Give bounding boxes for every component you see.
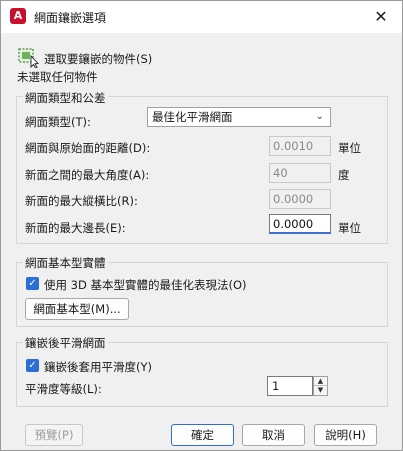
apply-smoothness-label[interactable]: 鑲嵌後套用平滑度(Y) [44, 359, 152, 375]
help-button[interactable]: 說明(H) [314, 424, 377, 446]
chevron-down-icon: ⌄ [315, 111, 324, 122]
optimized-primitive-checkbox[interactable]: ✓ [26, 277, 39, 290]
aspect-ratio-field[interactable]: 0.0000 [269, 189, 331, 209]
edge-length-unit: 單位 [338, 221, 361, 235]
spin-down-icon[interactable]: ▼ [314, 386, 327, 395]
distance-unit: 單位 [338, 141, 361, 155]
cancel-button[interactable]: 取消 [242, 424, 305, 446]
autocad-app-icon: A [10, 8, 26, 24]
mesh-type-label: 網面類型(T): [25, 115, 91, 129]
dialog-title: 網面鑲嵌選項 [34, 11, 107, 25]
aspect-ratio-label: 新面的最大縱橫比(R): [25, 194, 138, 208]
select-objects-icon[interactable] [18, 48, 40, 68]
mesh-type-dropdown[interactable]: 最佳化平滑網面 ⌄ [147, 107, 331, 127]
mesh-primitive-legend: 網面基本型實體 [23, 255, 108, 271]
smoothness-level-label: 平滑度等級(L): [25, 382, 102, 396]
angle-field[interactable]: 40 [269, 163, 331, 183]
edge-length-field[interactable]: 0.0000 [269, 214, 331, 234]
distance-field[interactable]: 0.0010 [269, 136, 331, 156]
ok-button[interactable]: 確定 [171, 424, 234, 446]
spin-up-icon[interactable]: ▲ [314, 377, 327, 386]
preview-button[interactable]: 預覽(P) [25, 424, 83, 446]
angle-unit: 度 [338, 168, 350, 182]
optimized-primitive-label[interactable]: 使用 3D 基本型實體的最佳化表現法(O) [44, 277, 247, 293]
smoothness-level-field[interactable]: 1 [267, 376, 313, 396]
select-objects-label[interactable]: 選取要鑲嵌的物件(S) [44, 51, 152, 67]
distance-label: 網面與原始面的距離(D): [25, 141, 151, 155]
mesh-type-value: 最佳化平滑網面 [152, 110, 233, 124]
edge-length-label: 新面的最大邊長(E): [25, 221, 126, 235]
apply-smoothness-checkbox[interactable]: ✓ [26, 359, 39, 372]
close-icon[interactable]: ✕ [368, 5, 394, 29]
mesh-primitive-button[interactable]: 網面基本型(M)... [25, 298, 129, 320]
angle-label: 新面之間的最大角度(A): [25, 168, 150, 182]
mesh-tessellation-options-dialog: A 網面鑲嵌選項 ✕ 選取要鑲嵌的物件(S) 未選取任何物件 網面類型和公差 網… [0, 0, 403, 451]
smoothness-level-spinner[interactable]: ▲ ▼ [313, 376, 328, 396]
mesh-type-tolerance-legend: 網面類型和公差 [23, 90, 108, 106]
selection-status: 未選取任何物件 [17, 70, 98, 84]
smooth-mesh-legend: 鑲嵌後平滑網面 [23, 335, 108, 351]
title-bar: A 網面鑲嵌選項 ✕ [1, 1, 402, 33]
